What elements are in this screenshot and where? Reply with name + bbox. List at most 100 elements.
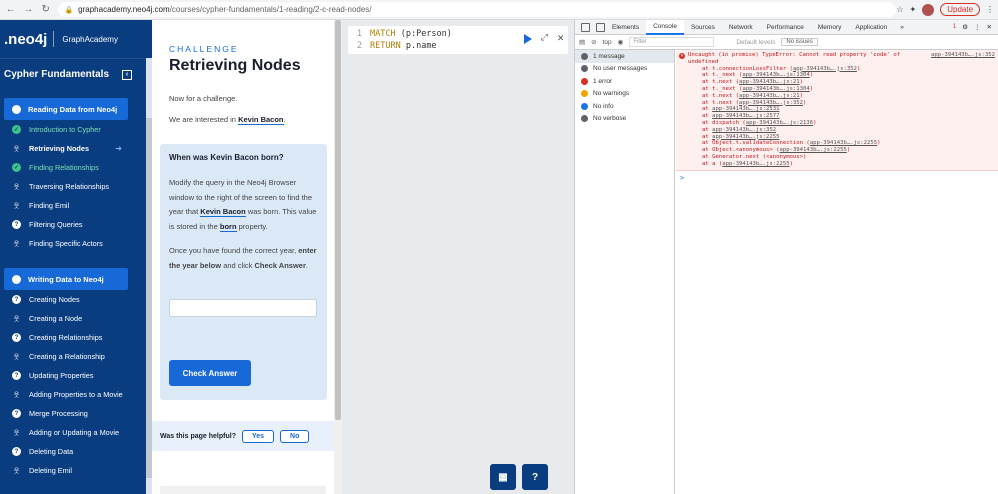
instr-bold: Check Answer bbox=[254, 260, 306, 270]
extensions-icon[interactable]: ✦ bbox=[910, 5, 917, 14]
filter-input[interactable]: Filter bbox=[629, 37, 715, 47]
sidebar-toggle-icon[interactable]: ▤ bbox=[579, 38, 585, 46]
stack-source-link[interactable]: app-394143b….js:1304 bbox=[742, 86, 809, 92]
sidebar-lesson-item[interactable]: ? Creating Relationships bbox=[0, 328, 144, 347]
run-query-icon[interactable] bbox=[524, 34, 532, 44]
console-filter-item[interactable]: No user messages bbox=[575, 63, 674, 76]
update-button[interactable]: Update bbox=[940, 3, 981, 16]
stack-fn: at t._next ( bbox=[702, 85, 743, 92]
no-button[interactable]: No bbox=[280, 429, 310, 443]
section-header[interactable]: Writing Data to Neo4j bbox=[4, 268, 128, 290]
answer-input[interactable] bbox=[169, 299, 317, 317]
clear-console-icon[interactable]: ⊘ bbox=[591, 38, 596, 46]
stack-source-link[interactable]: app-394143b….js:2531 bbox=[712, 106, 779, 112]
stack-source-link[interactable]: app-394143b….js:2136 bbox=[746, 120, 813, 126]
devtools-tab[interactable]: Console bbox=[646, 19, 684, 35]
console-prompt[interactable]: > bbox=[676, 174, 998, 182]
profile-avatar[interactable] bbox=[922, 3, 935, 16]
console-filter-item[interactable]: 1 error bbox=[575, 75, 674, 88]
stack-frame: at app-394143b….js:352 bbox=[688, 127, 995, 134]
sidebar-lesson-item[interactable]: ✓ Introduction to Cypher bbox=[0, 120, 144, 139]
sidebar-lesson-item[interactable]: 웃 Creating a Node bbox=[0, 309, 144, 328]
help-icon[interactable]: ? bbox=[522, 464, 548, 490]
sidebar-lesson-item[interactable]: 웃 Finding Emil bbox=[0, 196, 144, 215]
more-tabs-icon[interactable]: » bbox=[900, 24, 904, 31]
forward-icon[interactable]: → bbox=[21, 3, 34, 17]
sidebar-lesson-item[interactable]: 웃 Finding Specific Actors bbox=[0, 234, 144, 253]
instr-part: and click bbox=[223, 260, 253, 270]
browser-editor-area: 1 MATCH (p:Person) 2 RETURN p.name ⤢ ✕ ▦… bbox=[342, 20, 574, 494]
stack-source-link[interactable]: app-394143b….js:21 bbox=[739, 79, 800, 85]
reload-icon[interactable]: ↻ bbox=[39, 3, 52, 17]
sidebar-lesson-item[interactable]: ? Merge Processing bbox=[0, 404, 144, 423]
console-filter-item[interactable]: No info bbox=[575, 100, 674, 113]
console-filter-item[interactable]: 1 message bbox=[575, 50, 674, 63]
console-filter-item[interactable]: No verbose bbox=[575, 113, 674, 126]
sidebar-lesson-item[interactable]: 웃 Traversing Relationships bbox=[0, 177, 144, 196]
sidebar-lesson-item[interactable]: ✓ Finding Relationships bbox=[0, 158, 144, 177]
stack-source-link[interactable]: app-394143b….js:352 bbox=[793, 66, 857, 72]
back-icon[interactable]: ← bbox=[4, 3, 17, 17]
code-line-2: 2 RETURN p.name bbox=[354, 41, 437, 51]
error-message[interactable]: × app-394143b….js:352 Uncaught (in promi… bbox=[676, 50, 998, 171]
devtools-tab[interactable]: Elements bbox=[605, 20, 646, 35]
console-output: × app-394143b….js:352 Uncaught (in promi… bbox=[676, 50, 998, 494]
device-toggle-icon[interactable] bbox=[596, 22, 605, 32]
sidebar-lesson-item[interactable]: 웃 Creating a Relationship bbox=[0, 347, 144, 366]
stack-source-link[interactable]: app-394143b….js:2255 bbox=[810, 140, 877, 146]
sidebar-lesson-item[interactable]: ? Creating Nodes bbox=[0, 290, 144, 309]
console-filter-item[interactable]: No warnings bbox=[575, 88, 674, 101]
sidebar-lesson-item[interactable]: 웃 Retrieving Nodes ➔ bbox=[0, 139, 144, 158]
error-source-link[interactable]: app-394143b….js:352 bbox=[931, 52, 995, 58]
stack-source-link[interactable]: app-394143b….js:21 bbox=[739, 93, 800, 99]
check-answer-button[interactable]: Check Answer bbox=[169, 360, 251, 386]
code-text: p.name bbox=[405, 41, 437, 51]
eye-icon[interactable]: ◉ bbox=[618, 38, 624, 46]
stack-source-link[interactable]: app-394143b….js:2255 bbox=[779, 147, 846, 153]
stack-close: ) bbox=[803, 99, 807, 106]
devtools-tab[interactable]: Application bbox=[848, 20, 894, 35]
error-count-badge[interactable]: 1 bbox=[953, 24, 956, 30]
bookmark-star-icon[interactable]: ☆ bbox=[896, 5, 903, 14]
cypher-editor[interactable]: 1 MATCH (p:Person) 2 RETURN p.name ⤢ ✕ bbox=[348, 26, 568, 54]
sidebar-lesson-item[interactable]: ? Filtering Queries bbox=[0, 215, 144, 234]
issues-button[interactable]: No issues bbox=[781, 38, 818, 46]
stack-source-link[interactable]: app-394143b….js:2255 bbox=[722, 161, 789, 167]
devtools-tab[interactable]: Sources bbox=[684, 20, 722, 35]
settings-icon[interactable]: ⚙ bbox=[962, 23, 968, 31]
close-icon[interactable]: ✕ bbox=[557, 31, 564, 44]
kebab-menu-icon[interactable]: ⋮ bbox=[986, 5, 994, 14]
stack-source-link[interactable]: app-394143b….js:2255 bbox=[712, 134, 779, 140]
database-info-icon[interactable]: ▦ bbox=[490, 464, 516, 490]
close-devtools-icon[interactable]: ✕ bbox=[987, 23, 992, 31]
sidebar-lesson-item[interactable]: ? Deleting Data bbox=[0, 442, 144, 461]
stack-source-link[interactable]: app-394143b….js:2577 bbox=[712, 113, 779, 119]
challenge-icon: 웃 bbox=[13, 185, 20, 191]
sidebar-lesson-item[interactable]: ? Updating Properties bbox=[0, 366, 144, 385]
sidebar-lesson-item[interactable]: 웃 Deleting Emil bbox=[0, 461, 144, 480]
context-select[interactable]: top bbox=[603, 39, 612, 46]
inspect-icon[interactable] bbox=[581, 22, 590, 32]
course-title: Cypher Fundamentals ‹ bbox=[0, 58, 152, 90]
section-header[interactable]: Reading Data from Neo4j bbox=[4, 98, 128, 120]
devtools-menu-icon[interactable]: ⋮ bbox=[974, 23, 981, 31]
lesson-scroll-thumb[interactable] bbox=[335, 20, 341, 420]
stack-source-link[interactable]: app-394143b….js:352 bbox=[712, 127, 776, 133]
address-bar[interactable]: 🔒 graphacademy.neo4j.com /courses/cypher… bbox=[58, 2, 897, 17]
devtools-tab[interactable]: Performance bbox=[760, 20, 811, 35]
levels-dropdown[interactable]: Default levels bbox=[736, 39, 775, 46]
stack-fn: at bbox=[702, 113, 713, 120]
expand-icon[interactable]: ⤢ bbox=[541, 33, 548, 43]
stack-source-link[interactable]: app-394143b….js:1304 bbox=[742, 72, 809, 78]
line-number: 2 bbox=[356, 41, 362, 51]
sidebar-lesson-item[interactable]: 웃 Adding Properties to a Movie bbox=[0, 385, 144, 404]
devtools-tab[interactable]: Memory bbox=[811, 20, 848, 35]
stack-source-link[interactable]: app-394143b….js:352 bbox=[739, 100, 803, 106]
sidebar-lesson-item[interactable]: 웃 Adding or Updating a Movie bbox=[0, 423, 144, 442]
yes-button[interactable]: Yes bbox=[241, 429, 275, 443]
lesson-scrollbar[interactable] bbox=[334, 20, 342, 494]
brand[interactable]: .neo4j GraphAcademy bbox=[0, 20, 152, 58]
stack-frame: at t._next (app-394143b….js:1304) bbox=[688, 86, 995, 93]
devtools-tab[interactable]: Network bbox=[722, 20, 760, 35]
collapse-sidebar-icon[interactable]: ‹ bbox=[122, 69, 132, 80]
